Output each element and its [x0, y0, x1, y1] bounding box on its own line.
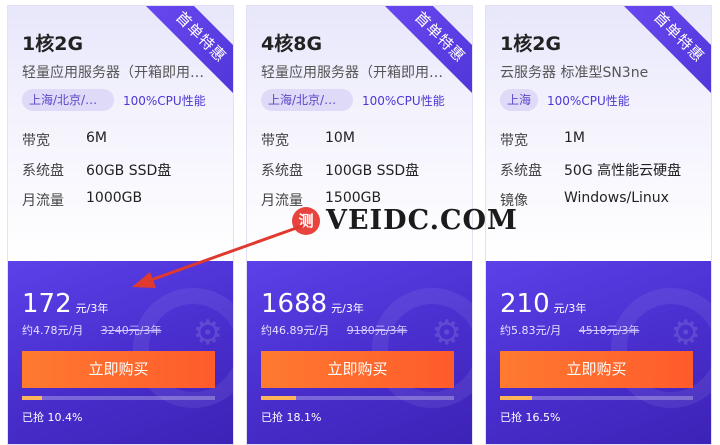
original-price: 3240元/3年 — [100, 324, 162, 337]
price-row: 210 元/3年 — [500, 289, 586, 319]
monthly-price: 约5.83元/月 — [500, 324, 562, 337]
spec-key: 带宽 — [261, 133, 289, 149]
cpu-performance-label: 100%CPU性能 — [547, 93, 630, 108]
spec-row-bandwidth: 带宽 1M — [500, 130, 700, 150]
price-unit: 元/3年 — [75, 302, 109, 315]
buy-now-button[interactable]: 立即购买 — [22, 351, 215, 388]
original-price: 9180元/3年 — [346, 324, 408, 337]
region-row: 上海/北京/成都… 100%CPU性能 — [261, 88, 445, 112]
gear-icon: ⚙ — [431, 313, 462, 353]
spec-row-disk: 系统盘 50G 高性能云硬盘 — [500, 160, 700, 180]
region-tag[interactable]: 上海/北京/成都… — [22, 89, 114, 111]
sold-percentage: 已抢 18.1% — [261, 411, 322, 424]
spec-key: 系统盘 — [261, 163, 303, 179]
spec-value: 1000GB — [86, 190, 143, 206]
spec-key: 带宽 — [22, 133, 50, 149]
price-row: 172 元/3年 — [22, 289, 108, 319]
region-row: 上海 100%CPU性能 — [500, 88, 630, 112]
price-detail: 约5.83元/月 4518元/3年 — [500, 322, 639, 338]
price-row: 1688 元/3年 — [261, 289, 364, 319]
spec-row-disk: 系统盘 100GB SSD盘 — [261, 160, 461, 180]
cpu-performance-label: 100%CPU性能 — [362, 93, 445, 108]
sold-percentage: 已抢 16.5% — [500, 411, 561, 424]
cpu-performance-label: 100%CPU性能 — [123, 93, 206, 108]
spec-key: 带宽 — [500, 133, 528, 149]
buy-now-button[interactable]: 立即购买 — [261, 351, 454, 388]
spec-key: 系统盘 — [22, 163, 64, 179]
sold-progress-fill — [261, 396, 296, 400]
site-watermark: 测 VEIDC.COM — [292, 205, 518, 236]
price-unit: 元/3年 — [331, 302, 364, 315]
region-row: 上海/北京/成都… 100%CPU性能 — [22, 88, 206, 112]
card-subtitle: 轻量应用服务器（开箱即用… — [261, 65, 443, 81]
monthly-price: 约4.78元/月 — [22, 324, 84, 337]
gear-icon: ⚙ — [192, 313, 223, 353]
watermark-logo-icon: 测 — [292, 206, 320, 235]
spec-value: 1M — [564, 130, 585, 146]
spec-row-bandwidth: 带宽 6M — [22, 130, 222, 150]
gear-icon: ⚙ — [670, 313, 701, 353]
buy-now-button[interactable]: 立即购买 — [500, 351, 693, 388]
region-tag[interactable]: 上海 — [500, 89, 539, 111]
card-title: 1核2G — [22, 33, 84, 55]
sold-progress-fill — [22, 396, 43, 400]
price-detail: 约46.89元/月 9180元/3年 — [261, 322, 407, 338]
price-value: 210 — [500, 289, 550, 319]
price-unit: 元/3年 — [553, 302, 587, 315]
watermark-text: VEIDC.COM — [326, 205, 518, 236]
spec-value: 50G 高性能云硬盘 — [564, 163, 682, 179]
spec-row-traffic: 月流量 1000GB — [22, 190, 222, 210]
monthly-price: 约46.89元/月 — [261, 324, 330, 337]
price-value: 172 — [22, 289, 72, 319]
spec-row-bandwidth: 带宽 10M — [261, 130, 461, 150]
sold-progress-bar — [22, 396, 215, 400]
region-tag[interactable]: 上海/北京/成都… — [261, 89, 353, 111]
spec-value: Windows/Linux — [564, 190, 669, 206]
spec-value: 100GB SSD盘 — [325, 163, 420, 179]
original-price: 4518元/3年 — [578, 324, 640, 337]
card-subtitle: 云服务器 标准型SN3ne — [500, 65, 649, 81]
price-detail: 约4.78元/月 3240元/3年 — [22, 322, 161, 338]
card-title: 1核2G — [500, 33, 562, 55]
spec-value: 10M — [325, 130, 355, 146]
price-value: 1688 — [261, 289, 328, 319]
spec-key: 月流量 — [22, 193, 64, 209]
sold-progress-fill — [500, 396, 532, 400]
spec-row-disk: 系统盘 60GB SSD盘 — [22, 160, 222, 180]
spec-key: 系统盘 — [500, 163, 542, 179]
spec-row-image: 镜像 Windows/Linux — [500, 190, 700, 210]
product-card-3: ⚙ 首单特惠 1核2G 云服务器 标准型SN3ne 上海 100%CPU性能 带… — [485, 5, 712, 445]
spec-value: 60GB SSD盘 — [86, 163, 172, 179]
spec-value: 6M — [86, 130, 107, 146]
sold-progress-bar — [261, 396, 454, 400]
card-title: 4核8G — [261, 33, 323, 55]
product-card-1: ⚙ 首单特惠 1核2G 轻量应用服务器（开箱即用… 上海/北京/成都… 100%… — [7, 5, 234, 445]
card-subtitle: 轻量应用服务器（开箱即用… — [22, 65, 204, 81]
sold-progress-bar — [500, 396, 693, 400]
sold-percentage: 已抢 10.4% — [22, 411, 83, 424]
